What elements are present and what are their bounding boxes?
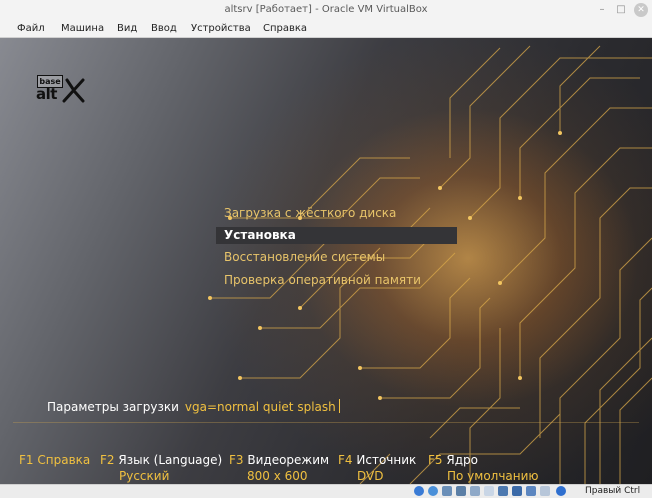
close-button[interactable]: ✕	[634, 3, 648, 17]
text-cursor	[338, 399, 340, 413]
menu-machine[interactable]: Машина	[61, 23, 104, 34]
mouse-integration-icon[interactable]	[556, 486, 566, 496]
network-icon[interactable]	[456, 486, 466, 496]
fkey-f5-value: По умолчанию	[447, 469, 539, 483]
menu-help[interactable]: Справка	[263, 23, 307, 34]
fkey-f2-value: Русский	[119, 469, 170, 483]
fkey-f1-help[interactable]: F1 Справка	[19, 453, 90, 467]
fkey-f3-value: 800 x 600	[247, 469, 308, 483]
usb-icon[interactable]	[470, 486, 480, 496]
window-titlebar[interactable]: altsrv [Работает] - Oracle VM VirtualBox…	[0, 0, 652, 20]
logo-x-mark-icon	[62, 78, 85, 103]
menubar: Файл Машина Вид Ввод Устройства Справка	[0, 20, 652, 38]
recording-icon[interactable]	[526, 486, 536, 496]
menu-view[interactable]: Вид	[117, 23, 137, 34]
alt-linux-logo: base alt	[35, 75, 87, 103]
fkey-f5-label: Ядро	[446, 453, 478, 467]
fkey-f3-videomode[interactable]: F3 Видеорежим	[229, 453, 329, 467]
cpu-icon[interactable]	[540, 486, 550, 496]
boot-parameters[interactable]: Параметры загрузки vga=normal quiet splas…	[47, 399, 340, 414]
boot-parameters-underline	[13, 422, 639, 423]
vm-screen[interactable]: base alt Загрузка с жёсткого диска Устан…	[0, 38, 652, 484]
boot-parameters-label: Параметры загрузки	[47, 400, 179, 414]
fkey-f4-label: Источник	[356, 453, 417, 467]
logo-alt-text: alt	[36, 85, 57, 103]
menu-file[interactable]: Файл	[17, 23, 45, 34]
fkey-f2-key: F2	[100, 453, 115, 467]
host-key-label: Правый Ctrl	[585, 486, 641, 496]
fkey-f2-label: Язык (Language)	[118, 453, 223, 467]
fkey-f5-key: F5	[428, 453, 443, 467]
maximize-button[interactable]: □	[614, 3, 628, 17]
display-icon[interactable]	[498, 486, 508, 496]
fkey-f2-language[interactable]: F2 Язык (Language)	[100, 453, 222, 467]
boot-menu-item-install[interactable]: Установка	[216, 227, 457, 244]
fkey-f4-source[interactable]: F4 Источник	[338, 453, 416, 467]
menu-input[interactable]: Ввод	[151, 23, 177, 34]
audio-icon[interactable]	[442, 486, 452, 496]
menu-devices[interactable]: Устройства	[191, 23, 251, 34]
boot-menu-item-harddisk[interactable]: Загрузка с жёсткого диска	[216, 205, 457, 222]
hard-disk-icon[interactable]	[414, 486, 424, 496]
minimize-button[interactable]: –	[595, 3, 609, 17]
fkey-f3-label: Видеорежим	[247, 453, 330, 467]
fkey-f3-key: F3	[229, 453, 244, 467]
statusbar: Правый Ctrl	[0, 484, 652, 498]
video-capture-icon[interactable]	[512, 486, 522, 496]
fkey-f4-key: F4	[338, 453, 353, 467]
shared-folders-icon[interactable]	[484, 486, 494, 496]
fkey-f1-key: F1	[19, 453, 34, 467]
boot-menu-item-memtest[interactable]: Проверка оперативной памяти	[216, 272, 457, 289]
window-title: altsrv [Работает] - Oracle VM VirtualBox	[224, 4, 428, 15]
boot-menu-item-recovery[interactable]: Восстановление системы	[216, 249, 457, 266]
fkey-f1-label: Справка	[37, 453, 91, 467]
optical-drive-icon[interactable]	[428, 486, 438, 496]
fkey-f4-value: DVD	[357, 469, 384, 483]
fkey-f5-kernel[interactable]: F5 Ядро	[428, 453, 478, 467]
boot-parameters-input[interactable]: vga=normal quiet splash	[185, 400, 336, 414]
